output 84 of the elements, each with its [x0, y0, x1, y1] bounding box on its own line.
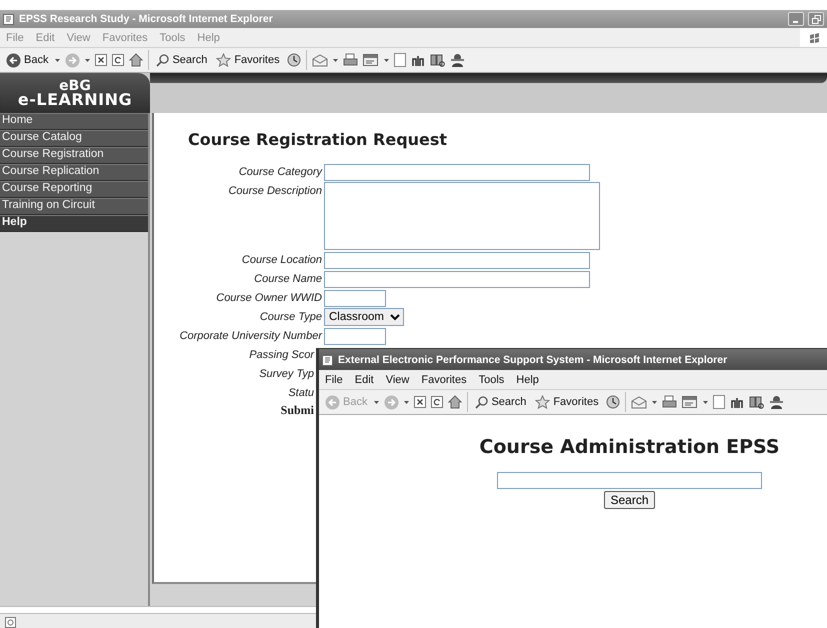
blank-page-icon[interactable] [394, 53, 406, 67]
edit-icon[interactable] [682, 395, 698, 409]
site-logo[interactable]: eBG e-LEARNING [0, 73, 150, 113]
tool-icon[interactable] [410, 54, 425, 66]
field-label: Course Category [238, 165, 322, 180]
search-icon [475, 396, 488, 408]
menu-item[interactable]: Edit [348, 374, 380, 386]
caret-icon[interactable] [55, 58, 60, 62]
caret-icon[interactable] [332, 58, 338, 62]
caret-icon[interactable] [652, 400, 657, 404]
history-icon[interactable] [286, 53, 301, 67]
sidebar-item[interactable]: Course Replication [0, 164, 148, 181]
field-label: Course Name [254, 272, 322, 287]
field-label: Corporate University Number [180, 329, 322, 344]
mail-icon[interactable] [312, 54, 328, 66]
field-label: Course Description [228, 184, 322, 199]
menu-item[interactable]: File [319, 374, 349, 386]
caret-icon[interactable] [702, 400, 708, 404]
window-title: External Electronic Performance Support System - Microsoft Internet Explorer [338, 354, 728, 366]
home-icon[interactable] [448, 395, 462, 409]
search-field[interactable] [497, 472, 762, 489]
refresh-icon[interactable] [112, 54, 124, 66]
menu-item[interactable]: Tools [472, 374, 510, 386]
text-field[interactable] [324, 328, 386, 344]
page-icon [3, 13, 15, 25]
stop-icon[interactable] [95, 54, 108, 66]
text-field[interactable] [324, 290, 386, 306]
sidebar-item[interactable]: Course Reporting [0, 181, 148, 198]
star-icon [216, 53, 232, 67]
text-field[interactable] [324, 164, 590, 180]
field-label: Statu [288, 386, 314, 401]
favorites-button[interactable]: Favorites [214, 53, 282, 67]
tool-icon[interactable] [730, 396, 744, 408]
course-type-select[interactable]: Classroom [324, 308, 404, 326]
caret-icon[interactable] [404, 400, 410, 404]
restore-icon [812, 14, 820, 24]
search-button[interactable]: Search [604, 491, 655, 509]
book-icon[interactable] [430, 53, 445, 67]
page-icon [322, 354, 334, 366]
sidebar-item[interactable]: Help [0, 215, 148, 232]
menu-item[interactable]: Help [510, 374, 545, 386]
history-icon[interactable] [606, 395, 620, 409]
minimize-button[interactable] [788, 12, 804, 26]
person-icon[interactable] [768, 394, 784, 410]
home-icon[interactable] [129, 53, 144, 67]
caret-icon[interactable] [384, 58, 389, 62]
print-icon[interactable] [342, 53, 358, 67]
sidebar-item[interactable]: Course Catalog [0, 130, 148, 147]
caret-icon[interactable] [85, 58, 90, 62]
search-icon [156, 54, 170, 66]
book-icon[interactable] [748, 395, 764, 409]
menu-item[interactable]: View [380, 374, 416, 386]
edit-icon[interactable] [362, 53, 379, 67]
field-label: Course Location [242, 253, 322, 268]
status-page-icon [5, 616, 17, 628]
text-field[interactable] [324, 270, 590, 288]
search-button[interactable]: Search [473, 396, 528, 408]
print-icon[interactable] [662, 395, 677, 409]
text-field[interactable] [324, 252, 590, 268]
field-label: Survey Typ [259, 367, 314, 382]
window-title: EPSS Research Study - Microsoft Internet Explorer [19, 13, 274, 25]
person-icon[interactable] [450, 52, 465, 68]
star-icon [535, 395, 550, 409]
favorites-button[interactable]: Favorites [533, 395, 601, 409]
menu-item[interactable]: Favorites [415, 374, 473, 386]
restore-button[interactable] [808, 12, 824, 26]
stop-icon[interactable] [414, 396, 426, 408]
sidebar-item[interactable]: Home [0, 113, 148, 130]
mail-icon[interactable] [630, 396, 647, 408]
page-heading: Course Administration EPSS [479, 436, 780, 460]
field-label: Course Type [260, 310, 322, 325]
caret-icon[interactable] [374, 400, 380, 404]
refresh-icon[interactable] [431, 396, 444, 408]
blank-page-icon[interactable] [712, 395, 725, 409]
sidebar-item[interactable]: Course Registration [0, 147, 148, 164]
back-button[interactable]: Back [4, 52, 50, 68]
submit-label[interactable]: Submi [280, 403, 314, 418]
description-field[interactable] [324, 182, 600, 250]
page-title: Course Registration Request [187, 129, 448, 151]
field-label: Passing Scor [249, 348, 314, 363]
flag-icon [808, 32, 818, 42]
field-label: Course Owner WWID [216, 291, 322, 306]
sidebar-item[interactable]: Training on Circuit [0, 198, 148, 215]
search-button[interactable]: Search [154, 54, 210, 66]
